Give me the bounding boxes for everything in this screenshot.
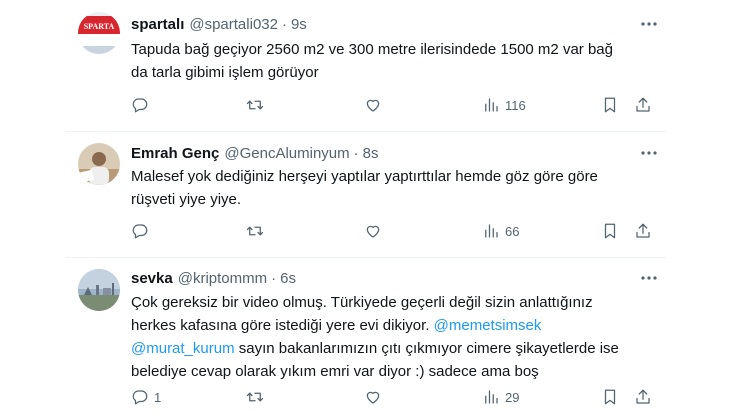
views-button[interactable]: 116 [482,95,526,115]
tweet[interactable]: sevka @kriptommm · 6s Çok gereksiz bir v… [66,258,666,420]
tweet-text: Tapuda bağ geçiyor 2560 m2 ve 300 metre … [131,38,651,84]
more-options-button[interactable] [638,143,660,163]
tweet-feed: SPARTA spartalı @spartali032 · 9s Tapuda… [0,0,730,420]
share-icon [636,223,650,238]
tweet-text-segment: herkes kafasına göre istediği yere evi d… [131,317,434,334]
reply-count: 1 [154,389,162,405]
tweet[interactable]: Emrah Genç @GencAluminyum · 8s Malesef y… [66,132,666,258]
tweet-text-line: @murat_kurum sayın bakanlarımızın çıtı ç… [131,337,651,360]
more-dots-icon [641,151,657,155]
separator-dot: · [353,144,359,162]
author-name[interactable]: Emrah Genç [131,145,219,162]
views-count: 116 [505,97,526,113]
share-button[interactable] [634,95,652,115]
retweet-button[interactable] [246,95,269,115]
like-button[interactable] [364,387,387,407]
retweet-button[interactable] [246,221,269,241]
heart-icon [366,391,380,404]
tweet-header: spartalı @spartali032 · 9s [131,14,626,34]
views-count: 29 [505,389,520,405]
share-button[interactable] [634,221,652,241]
bookmark-icon [604,97,616,113]
author-handle[interactable]: @kriptommm [178,270,267,287]
tweet-text: Çok gereksiz bir video olmuş. Türkiyede … [131,291,651,383]
like-button[interactable] [364,95,387,115]
reply-button[interactable] [131,221,154,241]
reply-icon [132,224,148,239]
author-name[interactable]: sevka [131,270,173,287]
like-button[interactable] [364,221,387,241]
views-chart-icon [485,224,498,238]
bookmark-icon [604,389,616,405]
more-dots-icon [641,22,657,26]
avatar[interactable] [78,143,120,185]
share-icon [636,97,650,112]
separator-dot: · [271,269,277,287]
bookmark-button[interactable] [601,387,619,407]
author-handle[interactable]: @GencAluminyum [224,145,349,162]
tweet-time[interactable]: 6s [280,270,296,287]
more-options-button[interactable] [638,268,660,288]
mention-link[interactable]: @memetsimsek [434,317,542,334]
action-bar: 116 [131,95,656,115]
tweet-text-line: Malesef yok dediğiniz herşeyi yaptılar y… [131,168,598,185]
views-button[interactable]: 29 [482,387,519,407]
tweet-text-line: Çok gereksiz bir video olmuş. Türkiyede … [131,294,593,311]
author-name[interactable]: spartalı [131,16,184,33]
retweet-icon [246,100,264,110]
reply-button[interactable]: 1 [131,387,161,407]
tweet-header: sevka @kriptommm · 6s [131,268,626,288]
heart-icon [366,225,380,238]
mention-link[interactable]: @murat_kurum [131,340,235,357]
tweet-text-line: rüşveti yiye yiye. [131,191,242,208]
retweet-icon [246,226,264,236]
reply-icon [132,98,148,113]
reply-button[interactable] [131,95,154,115]
more-options-button[interactable] [638,14,660,34]
tweet-time[interactable]: 8s [363,145,379,162]
views-count: 66 [505,223,520,239]
tweet-text-line: Tapuda bağ geçiyor 2560 m2 ve 300 metre … [131,41,613,58]
tweet-text-line: herkes kafasına göre istediği yere evi d… [131,314,651,337]
avatar[interactable] [78,269,120,311]
avatar[interactable]: SPARTA [78,12,120,54]
author-handle[interactable]: @spartali032 [189,16,278,33]
tweet[interactable]: SPARTA spartalı @spartali032 · 9s Tapuda… [66,0,666,132]
tweet-text-line: da tarla gibimi işlem görüyor [131,64,319,81]
avatar-logo-text: SPARTA [84,22,115,31]
tweet-text: Malesef yok dediğiniz herşeyi yaptılar y… [131,165,651,211]
action-bar: 1 29 [131,387,656,407]
views-chart-icon [485,390,498,404]
separator-dot: · [281,15,287,33]
share-button[interactable] [634,387,652,407]
reply-icon [132,390,148,405]
tweet-header: Emrah Genç @GencAluminyum · 8s [131,143,626,163]
heart-icon [366,99,380,112]
share-icon [636,389,650,404]
tweet-text-line: belediye cevap olarak yıkım emri var diy… [131,363,539,380]
tweet-text-segment: sayın bakanlarımızın çıtı çıkmıyor cimer… [234,340,619,357]
bookmark-button[interactable] [601,221,619,241]
retweet-button[interactable] [246,387,269,407]
retweet-icon [246,392,264,402]
views-chart-icon [485,98,498,112]
views-button[interactable]: 66 [482,221,519,241]
bookmark-button[interactable] [601,95,619,115]
action-bar: 66 [131,221,656,241]
tweet-time[interactable]: 9s [291,16,307,33]
more-dots-icon [641,276,657,280]
bookmark-icon [604,223,616,239]
